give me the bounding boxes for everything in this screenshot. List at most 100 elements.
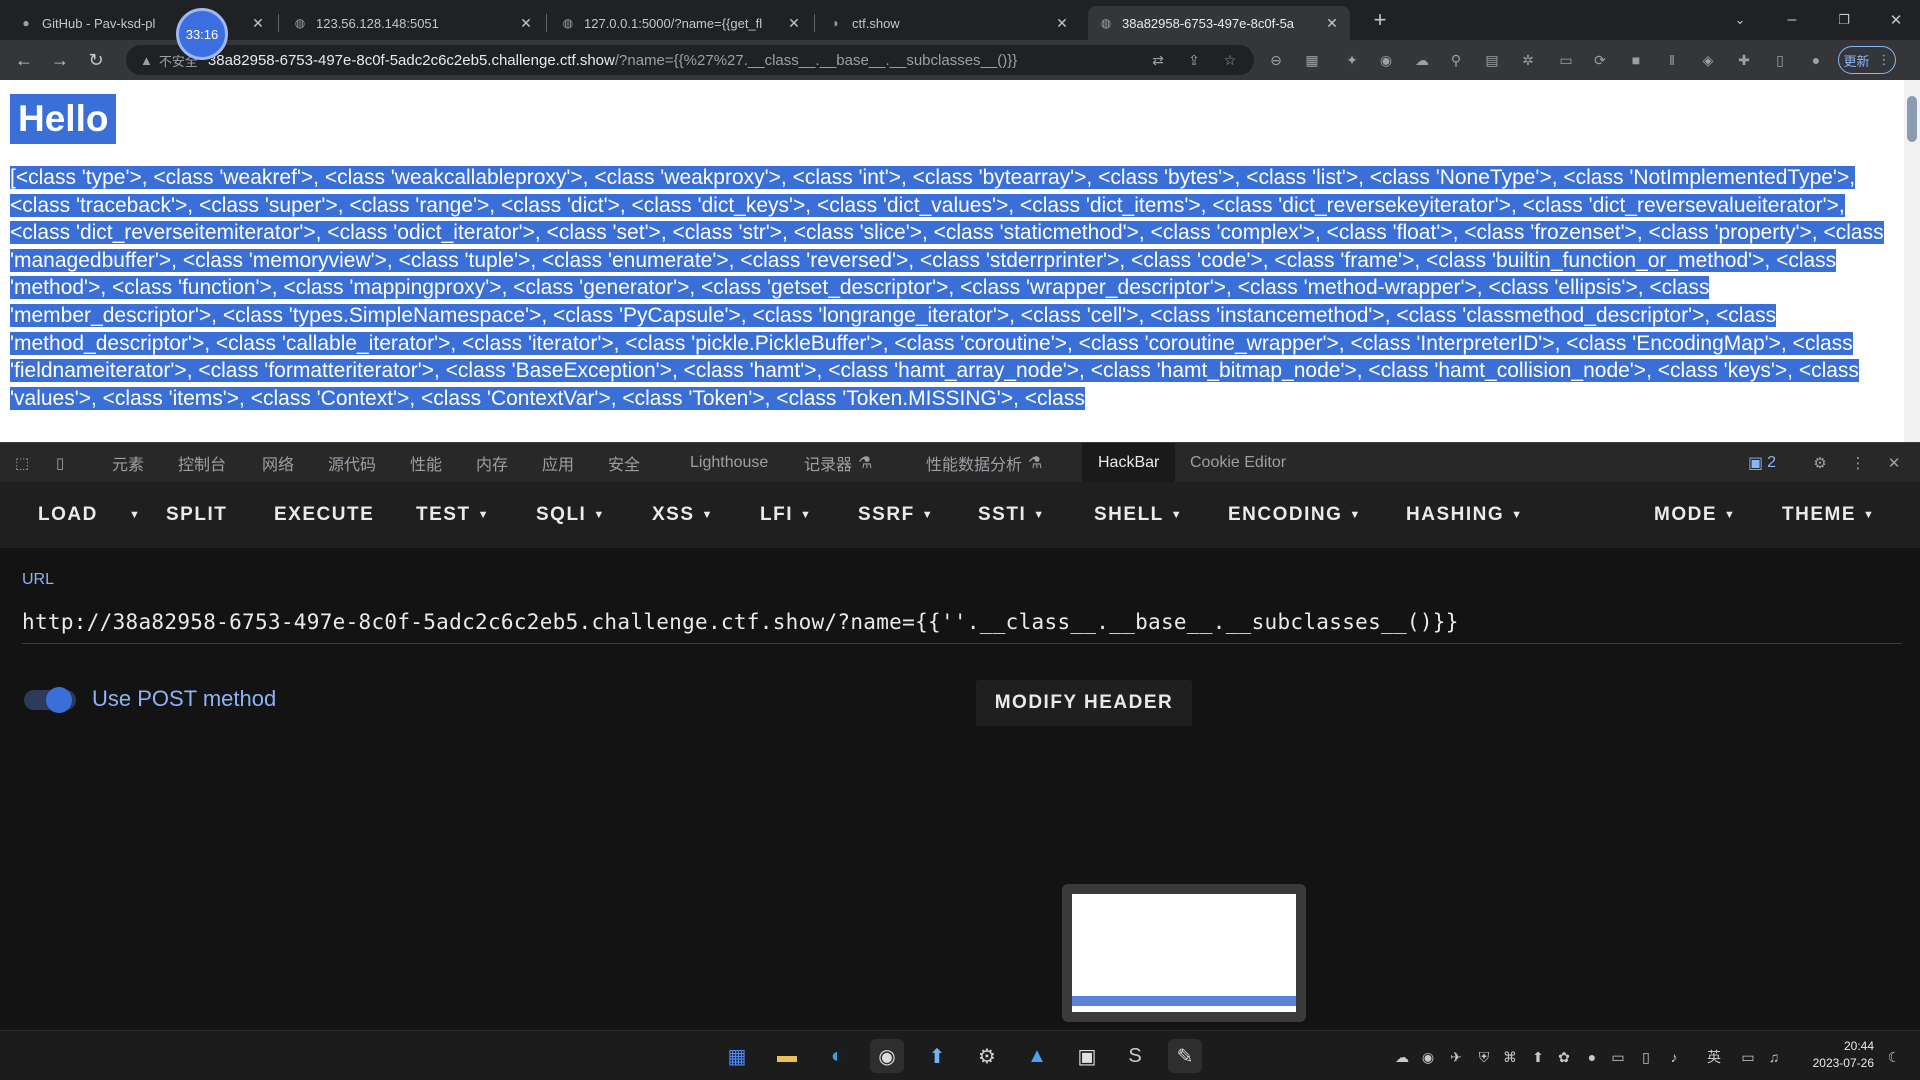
tray-app-icon[interactable]: ▭: [1608, 1047, 1628, 1067]
translate-icon[interactable]: ⇄: [1146, 48, 1170, 72]
volume-icon[interactable]: ♫: [1764, 1047, 1784, 1067]
sqli-menu[interactable]: SQLI ▼: [536, 482, 606, 548]
file-explorer-icon[interactable]: ▬: [770, 1039, 804, 1073]
close-icon[interactable]: ✕: [1054, 15, 1070, 32]
forward-icon[interactable]: →: [48, 48, 72, 72]
settings-gear-icon[interactable]: ⚙: [1810, 453, 1830, 473]
test-menu[interactable]: TEST ▼: [416, 482, 490, 548]
hashing-menu[interactable]: HASHING ▼: [1406, 482, 1524, 548]
shield-icon[interactable]: ⛨: [1474, 1047, 1494, 1067]
tab-application[interactable]: 应用: [542, 443, 574, 483]
edge-icon[interactable]: ◐: [820, 1039, 854, 1073]
menu-kebab-icon[interactable]: ⋮: [1878, 52, 1891, 68]
extension-icon[interactable]: ▦: [1302, 50, 1322, 70]
extension-icon[interactable]: ⊖: [1266, 50, 1286, 70]
tray-app-icon[interactable]: ⬆: [1528, 1047, 1548, 1067]
sublime-icon[interactable]: S: [1118, 1039, 1152, 1073]
restore-icon[interactable]: ❐: [1832, 8, 1856, 32]
tab-cookie-editor[interactable]: Cookie Editor: [1190, 443, 1286, 483]
tab-network[interactable]: 网络: [262, 443, 294, 483]
tray-app-icon[interactable]: ☁: [1392, 1047, 1412, 1067]
extension-icon[interactable]: ▤: [1482, 50, 1502, 70]
tab-hackbar[interactable]: HackBar: [1082, 443, 1176, 483]
close-icon[interactable]: ✕: [1324, 15, 1340, 32]
tab-memory[interactable]: 内存: [476, 443, 508, 483]
extension-icon[interactable]: ☁: [1412, 50, 1432, 70]
app-icon[interactable]: ⬆: [920, 1039, 954, 1073]
start-icon[interactable]: ▦: [720, 1039, 754, 1073]
modify-header-button[interactable]: MODIFY HEADER: [976, 680, 1192, 726]
tab-lighthouse[interactable]: Lighthouse: [690, 443, 768, 483]
mode-menu[interactable]: MODE ▼: [1654, 482, 1736, 548]
extensions-puzzle-icon[interactable]: ✚: [1734, 50, 1754, 70]
back-icon[interactable]: ←: [12, 48, 36, 72]
update-button[interactable]: 更新 ⋮: [1838, 46, 1896, 74]
inspect-element-icon[interactable]: ⬚: [12, 453, 32, 473]
window-thumbnail-preview[interactable]: [1062, 884, 1306, 1022]
device-toolbar-icon[interactable]: ▯: [50, 453, 70, 473]
browser-tab-challenge[interactable]: ◍ 38a82958-6753-497e-8c0f-5a ✕: [1088, 6, 1350, 40]
tray-app-icon[interactable]: ✿: [1554, 1047, 1574, 1067]
post-method-toggle-knob[interactable]: [46, 687, 72, 713]
browser-tab-github[interactable]: ● GitHub - Pav-ksd-pl ✕: [8, 6, 276, 40]
encoding-menu[interactable]: ENCODING ▼: [1228, 482, 1362, 548]
tab-security[interactable]: 安全: [608, 443, 640, 483]
new-tab-icon[interactable]: +: [1368, 7, 1392, 32]
theme-menu[interactable]: THEME ▼: [1782, 482, 1875, 548]
extension-icon[interactable]: ◉: [1376, 50, 1396, 70]
xss-menu[interactable]: XSS ▼: [652, 482, 714, 548]
tray-app-icon[interactable]: ▯: [1636, 1047, 1656, 1067]
tab-search-icon[interactable]: ⌄: [1728, 8, 1752, 32]
share-icon[interactable]: ⇪: [1182, 48, 1206, 72]
network-icon[interactable]: ▭: [1738, 1047, 1758, 1067]
notification-icon[interactable]: ☾: [1884, 1047, 1904, 1067]
close-icon[interactable]: ✕: [786, 15, 802, 32]
tab-performance-insights[interactable]: 性能数据分析 ⚗: [926, 443, 1042, 483]
window-close-icon[interactable]: ✕: [1884, 8, 1908, 32]
close-devtools-icon[interactable]: ✕: [1884, 453, 1904, 473]
extension-icon[interactable]: ✲: [1518, 50, 1538, 70]
pycharm-icon[interactable]: ▣: [1070, 1039, 1104, 1073]
extension-icon[interactable]: ⟳: [1590, 50, 1610, 70]
execute-button[interactable]: EXECUTE: [274, 482, 374, 548]
browser-tab-ip[interactable]: ◍ 123.56.128.148:5051 ✕: [282, 6, 544, 40]
microphone-icon[interactable]: ♪: [1664, 1047, 1684, 1067]
tray-app-icon[interactable]: ◉: [1418, 1047, 1438, 1067]
ssrf-menu[interactable]: SSRF ▼: [858, 482, 934, 548]
ime-indicator[interactable]: 英: [1704, 1047, 1724, 1067]
post-method-label[interactable]: Use POST method: [92, 686, 276, 712]
address-bar[interactable]: ▲ 不安全 38a82958-6753-497e-8c0f-5adc2c6c2e…: [126, 45, 1254, 75]
side-panel-icon[interactable]: ▯: [1770, 50, 1790, 70]
chrome-icon[interactable]: ◉: [870, 1039, 904, 1073]
extension-icon[interactable]: ■: [1626, 50, 1646, 70]
extension-icon[interactable]: ◈: [1698, 50, 1718, 70]
close-icon[interactable]: ✕: [518, 15, 534, 32]
lfi-menu[interactable]: LFI ▼: [760, 482, 812, 548]
ssti-menu[interactable]: SSTI ▼: [978, 482, 1046, 548]
tab-elements[interactable]: 元素: [112, 443, 144, 483]
extension-icon[interactable]: ▭: [1556, 50, 1576, 70]
more-options-icon[interactable]: ⋮: [1848, 453, 1868, 473]
warning-icon[interactable]: ▲: [140, 53, 153, 68]
system-clock[interactable]: 20:44 2023-07-26: [1800, 1038, 1874, 1072]
extension-icon[interactable]: ✦: [1342, 50, 1362, 70]
tab-performance[interactable]: 性能: [410, 443, 442, 483]
tray-app-icon[interactable]: ●: [1582, 1047, 1602, 1067]
tab-recorder[interactable]: 记录器 ⚗: [804, 443, 872, 483]
browser-tab-localhost[interactable]: ◍ 127.0.0.1:5000/?name={{get_fl ✕: [550, 6, 812, 40]
issues-counter[interactable]: ▣ 2: [1748, 443, 1776, 483]
split-button[interactable]: SPLIT: [166, 482, 227, 548]
photos-icon[interactable]: ▲: [1020, 1039, 1054, 1073]
profile-icon[interactable]: ●: [1806, 50, 1826, 70]
page-scrollbar-thumb[interactable]: [1907, 96, 1917, 142]
browser-tab-ctfshow[interactable]: ◗ ctf.show ✕: [818, 6, 1080, 40]
tab-console[interactable]: 控制台: [178, 443, 226, 483]
tray-app-icon[interactable]: ⌘: [1500, 1047, 1520, 1067]
url-input[interactable]: http://38a82958-6753-497e-8c0f-5adc2c6c2…: [22, 600, 1902, 644]
load-dropdown-icon[interactable]: ▼: [122, 482, 141, 548]
bookmark-star-icon[interactable]: ☆: [1218, 48, 1242, 72]
tab-sources[interactable]: 源代码: [328, 443, 376, 483]
shell-menu[interactable]: SHELL ▼: [1094, 482, 1183, 548]
load-button[interactable]: LOAD: [38, 482, 98, 548]
notepad-icon[interactable]: ✎: [1168, 1039, 1202, 1073]
